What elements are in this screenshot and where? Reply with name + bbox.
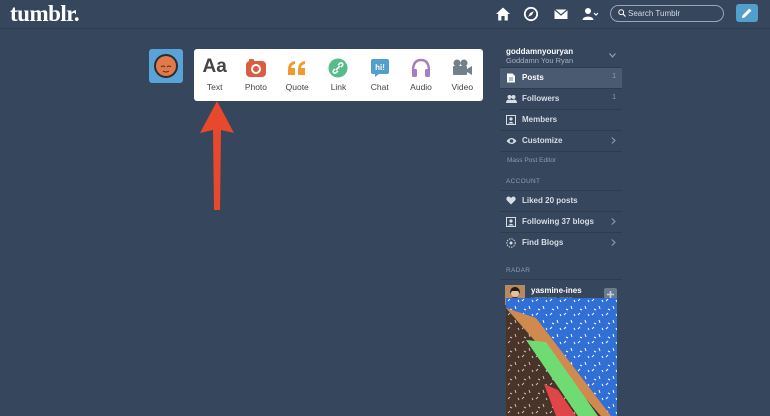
radar-section-title: RADAR <box>500 263 622 280</box>
sidebar-item-posts[interactable]: Posts 1 <box>500 67 622 88</box>
post-type-photo[interactable]: Photo <box>235 49 276 101</box>
find-blogs-icon <box>506 238 516 248</box>
sidebar-item-label: Following 37 blogs <box>522 217 594 226</box>
headphones-icon <box>411 58 431 77</box>
text-aa-icon: Aa <box>202 56 227 77</box>
account-section-title: ACCOUNT <box>500 174 622 191</box>
sidebar-item-label: Posts <box>522 73 544 82</box>
post-type-text[interactable]: Aa Text <box>194 49 235 101</box>
chevron-right-icon <box>611 239 616 246</box>
post-type-label: Quote <box>285 82 309 92</box>
post-type-link[interactable]: Link <box>318 49 359 101</box>
blog-switcher[interactable]: goddamnyouryan Goddamn You Ryan <box>500 45 622 67</box>
post-type-label: Text <box>206 82 223 92</box>
link-icon <box>328 58 348 78</box>
post-type-chat[interactable]: hi! Chat <box>359 49 400 101</box>
avatar-image <box>154 54 178 78</box>
blog-title: Goddamn You Ryan <box>506 56 574 65</box>
post-type-label: Link <box>330 82 347 92</box>
post-type-bar: Aa Text Photo Quote Link hi! Chat Audio … <box>194 49 483 101</box>
camera-icon <box>245 59 266 77</box>
eye-icon <box>506 138 517 144</box>
sidebar-item-customize[interactable]: Customize <box>500 130 622 151</box>
radar-post-image[interactable] <box>506 298 617 416</box>
post-type-video[interactable]: Video <box>442 49 483 101</box>
post-type-label: Video <box>451 82 474 92</box>
red-arrow-annotation <box>200 101 234 210</box>
home-icon[interactable] <box>495 6 511 22</box>
sidebar-item-followers[interactable]: Followers 1 <box>500 88 622 109</box>
followers-icon <box>506 95 517 103</box>
post-type-label: Chat <box>370 82 389 92</box>
blog-sidebar: goddamnyouryan Goddamn You Ryan Posts 1 … <box>500 45 622 310</box>
post-type-audio[interactable]: Audio <box>400 49 441 101</box>
sidebar-item-likes[interactable]: Liked 20 posts <box>500 191 622 211</box>
post-type-quote[interactable]: Quote <box>277 49 318 101</box>
sidebar-item-find-blogs[interactable]: Find Blogs <box>500 232 622 253</box>
blog-name: goddamnyouryan <box>506 47 574 56</box>
inbox-icon[interactable] <box>553 6 569 22</box>
sidebar-item-label: Find Blogs <box>522 238 564 247</box>
sidebar-item-label: Members <box>522 115 558 124</box>
post-type-label: Audio <box>410 82 432 92</box>
search-box[interactable] <box>610 5 724 22</box>
posts-icon <box>507 73 515 83</box>
heart-icon <box>506 196 516 205</box>
sidebar-item-label: Liked 20 posts <box>522 196 578 205</box>
radar-username[interactable]: yasmine-ines <box>531 286 582 295</box>
compose-button[interactable] <box>736 4 758 22</box>
post-type-label: Photo <box>244 82 268 92</box>
video-camera-icon <box>453 59 473 75</box>
sidebar-item-members[interactable]: Members <box>500 109 622 130</box>
blog-avatar[interactable] <box>149 49 183 83</box>
search-icon <box>618 9 626 17</box>
account-icon[interactable] <box>582 6 598 22</box>
members-icon <box>506 115 516 125</box>
tumblr-logo[interactable]: tumblr. <box>10 1 80 27</box>
following-icon <box>506 217 516 227</box>
svg-text:hi!: hi! <box>375 63 385 72</box>
search-input[interactable] <box>628 7 720 20</box>
explore-compass-icon[interactable] <box>523 6 539 22</box>
sidebar-item-count: 1 <box>612 94 616 101</box>
sidebar-item-count: 1 <box>612 73 616 80</box>
chevron-right-icon <box>611 218 616 225</box>
compose-pencil-icon <box>742 8 752 18</box>
chevron-right-icon <box>611 137 616 144</box>
quote-icon <box>288 61 306 75</box>
top-bar: tumblr. <box>0 0 770 29</box>
sidebar-item-following[interactable]: Following 37 blogs <box>500 211 622 232</box>
sidebar-item-label: Customize <box>522 136 563 145</box>
mass-post-editor-link[interactable]: Mass Post Editor <box>500 151 622 168</box>
sidebar-item-label: Followers <box>522 94 560 103</box>
chevron-down-icon <box>609 53 616 58</box>
chat-icon: hi! <box>370 59 389 77</box>
